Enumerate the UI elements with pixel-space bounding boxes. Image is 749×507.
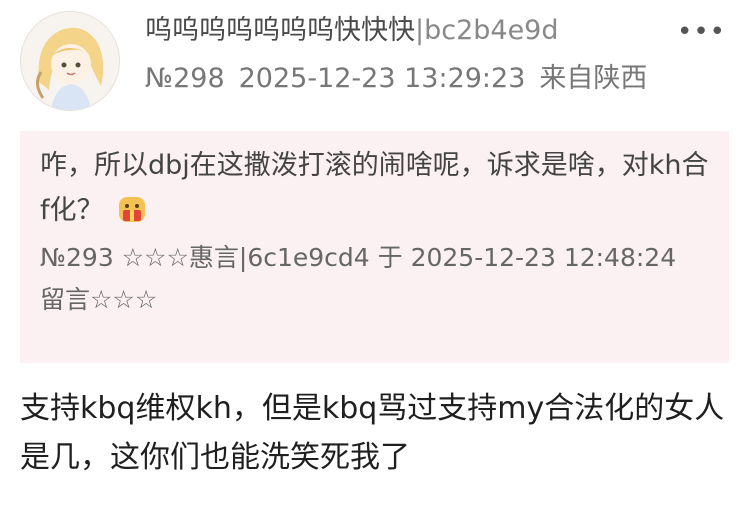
post-location: 来自陕西 (539, 63, 648, 94)
avatar-image (21, 12, 119, 110)
reply-text: 支持kbq维权kh，但是kbq骂过支持my合法化的女人是几，这你们也能洗笑死我了 (20, 391, 725, 475)
emoji-gift-icon (116, 193, 148, 225)
author-nickname: 呜呜呜呜呜呜呜快快快 (145, 15, 415, 46)
avatar[interactable] (20, 11, 120, 111)
quote-text-block: 咋，所以dbj在这撒泼打滚的闹啥呢，诉求是啥，对kh合f化？ (40, 143, 709, 233)
author-name[interactable]: 呜呜呜呜呜呜呜快快快|bc2b4e9d (145, 12, 559, 50)
quoted-message[interactable]: 咋，所以dbj在这撒泼打滚的闹啥呢，诉求是啥，对kh合f化？ №293 ☆☆☆惠… (20, 131, 729, 363)
quote-meta: №293 ☆☆☆惠言|6c1e9cd4 于 2025-12-23 12:48:2… (40, 243, 677, 314)
post-meta: №298 2025-12-23 13:29:23 来自陕西 (145, 61, 647, 97)
floor-number: №298 (145, 63, 225, 94)
post-datetime: 2025-12-23 13:29:23 (238, 63, 526, 94)
author-id-hash: |bc2b4e9d (415, 15, 559, 46)
more-options-icon[interactable]: ••• (677, 17, 725, 47)
